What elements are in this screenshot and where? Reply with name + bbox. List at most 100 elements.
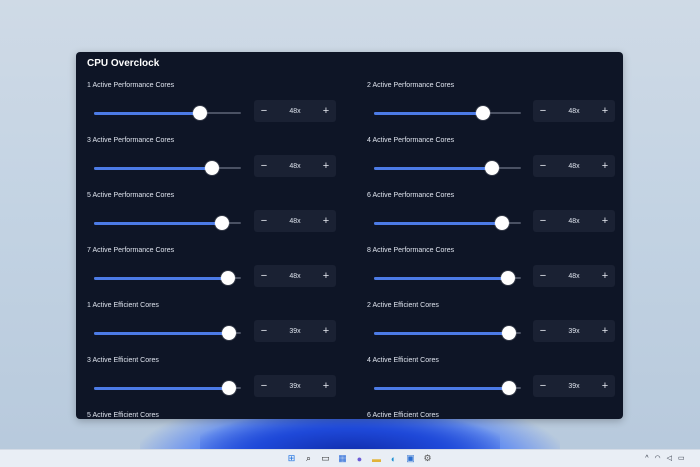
core-multiplier-slider[interactable] — [94, 271, 241, 285]
decrement-button[interactable]: − — [533, 100, 553, 122]
increment-button[interactable]: + — [595, 265, 615, 287]
multiplier-stepper: −48x + — [254, 265, 336, 287]
store-icon[interactable]: ▣ — [404, 452, 417, 465]
multiplier-value[interactable]: 39x — [274, 328, 316, 335]
increment-button[interactable]: + — [595, 375, 615, 397]
multiplier-value[interactable]: 39x — [553, 328, 595, 335]
slider-fill — [94, 166, 212, 170]
taskbar-pinned-apps: ⊞ ⌕ ▭ ▦ ● ▬ ◐ ▣ ⚙ — [285, 452, 434, 465]
core-control: 2 Active Performance Cores −48x + — [356, 76, 623, 131]
multiplier-value[interactable]: 48x — [553, 218, 595, 225]
slider-fill — [374, 166, 492, 170]
increment-button[interactable]: + — [316, 320, 336, 342]
decrement-button[interactable]: − — [254, 155, 274, 177]
increment-button[interactable]: + — [316, 100, 336, 122]
slider-thumb[interactable] — [502, 381, 517, 395]
volume-icon[interactable]: ◁ — [667, 454, 672, 462]
core-control: 8 Active Performance Cores −48x + — [356, 241, 623, 296]
slider-thumb[interactable] — [222, 326, 237, 340]
decrement-button[interactable]: − — [254, 265, 274, 287]
clock[interactable] — [691, 452, 692, 464]
increment-button[interactable]: + — [316, 265, 336, 287]
settings-icon[interactable]: ⚙ — [421, 452, 434, 465]
multiplier-value[interactable]: 39x — [274, 383, 316, 390]
increment-button[interactable]: + — [595, 100, 615, 122]
core-multiplier-slider[interactable] — [94, 106, 241, 120]
multiplier-value[interactable]: 48x — [274, 273, 316, 280]
slider-thumb[interactable] — [500, 271, 515, 285]
decrement-button[interactable]: − — [254, 100, 274, 122]
search-icon[interactable]: ⌕ — [302, 452, 315, 465]
multiplier-stepper: −39x + — [254, 375, 336, 397]
core-multiplier-slider[interactable] — [94, 381, 241, 395]
core-multiplier-slider[interactable] — [94, 216, 241, 230]
decrement-button[interactable]: − — [254, 210, 274, 232]
multiplier-value[interactable]: 39x — [553, 383, 595, 390]
multiplier-value[interactable]: 48x — [553, 108, 595, 115]
decrement-button[interactable]: − — [533, 265, 553, 287]
core-control-label: 6 Active Efficient Cores — [367, 412, 439, 419]
slider-fill — [374, 276, 508, 280]
core-multiplier-slider[interactable] — [374, 161, 521, 175]
multiplier-value[interactable]: 48x — [553, 163, 595, 170]
slider-fill — [374, 386, 510, 390]
multiplier-stepper: −48x + — [533, 265, 615, 287]
slider-thumb[interactable] — [222, 381, 237, 395]
core-control: 4 Active Efficient Cores −39x + — [356, 351, 623, 406]
chat-icon[interactable]: ● — [353, 452, 366, 465]
taskbar: ⊞ ⌕ ▭ ▦ ● ▬ ◐ ▣ ⚙ ^ ◠ ◁ ▭ — [0, 449, 700, 467]
multiplier-stepper: −39x + — [533, 320, 615, 342]
battery-icon[interactable]: ▭ — [678, 454, 685, 462]
decrement-button[interactable]: − — [533, 155, 553, 177]
increment-button[interactable]: + — [316, 155, 336, 177]
increment-button[interactable]: + — [316, 375, 336, 397]
multiplier-stepper: −48x + — [254, 100, 336, 122]
core-control: 3 Active Performance Cores −48x + — [76, 131, 356, 186]
decrement-button[interactable]: − — [533, 320, 553, 342]
slider-thumb[interactable] — [494, 216, 509, 230]
widgets-icon[interactable]: ▦ — [336, 452, 349, 465]
multiplier-value[interactable]: 48x — [274, 163, 316, 170]
slider-thumb[interactable] — [484, 161, 499, 175]
multiplier-value[interactable]: 48x — [553, 273, 595, 280]
increment-button[interactable]: + — [595, 210, 615, 232]
wifi-icon[interactable]: ◠ — [654, 454, 660, 462]
core-multiplier-slider[interactable] — [374, 381, 521, 395]
core-control: 7 Active Performance Cores −48x + — [76, 241, 356, 296]
core-multiplier-slider[interactable] — [94, 326, 241, 340]
decrement-button[interactable]: − — [254, 320, 274, 342]
windows-start-icon[interactable]: ⊞ — [285, 452, 298, 465]
core-control: 6 Active Performance Cores −48x + — [356, 186, 623, 241]
core-multiplier-slider[interactable] — [374, 326, 521, 340]
increment-button[interactable]: + — [595, 155, 615, 177]
decrement-button[interactable]: − — [533, 210, 553, 232]
slider-thumb[interactable] — [502, 326, 517, 340]
slider-fill — [374, 221, 502, 225]
core-control-label: 5 Active Performance Cores — [87, 192, 175, 199]
slider-thumb[interactable] — [475, 106, 490, 120]
increment-button[interactable]: + — [595, 320, 615, 342]
task-view-icon[interactable]: ▭ — [319, 452, 332, 465]
core-multiplier-slider[interactable] — [94, 161, 241, 175]
chevron-up-icon[interactable]: ^ — [645, 455, 648, 462]
core-multiplier-slider[interactable] — [374, 271, 521, 285]
slider-thumb[interactable] — [192, 106, 207, 120]
decrement-button[interactable]: − — [533, 375, 553, 397]
core-multiplier-slider[interactable] — [374, 106, 521, 120]
core-control-label: 6 Active Performance Cores — [367, 192, 455, 199]
core-multiplier-slider[interactable] — [374, 216, 521, 230]
slider-thumb[interactable] — [204, 161, 219, 175]
edge-icon[interactable]: ◐ — [387, 452, 400, 465]
core-control-label: 7 Active Performance Cores — [87, 247, 175, 254]
multiplier-value[interactable]: 48x — [274, 108, 316, 115]
file-explorer-icon[interactable]: ▬ — [370, 452, 383, 465]
increment-button[interactable]: + — [316, 210, 336, 232]
decrement-button[interactable]: − — [254, 375, 274, 397]
multiplier-value[interactable]: 48x — [274, 218, 316, 225]
slider-thumb[interactable] — [214, 216, 229, 230]
slider-fill — [94, 386, 230, 390]
core-control-label: 1 Active Efficient Cores — [87, 302, 159, 309]
slider-fill — [374, 111, 483, 115]
slider-thumb[interactable] — [220, 271, 235, 285]
slider-fill — [94, 221, 222, 225]
